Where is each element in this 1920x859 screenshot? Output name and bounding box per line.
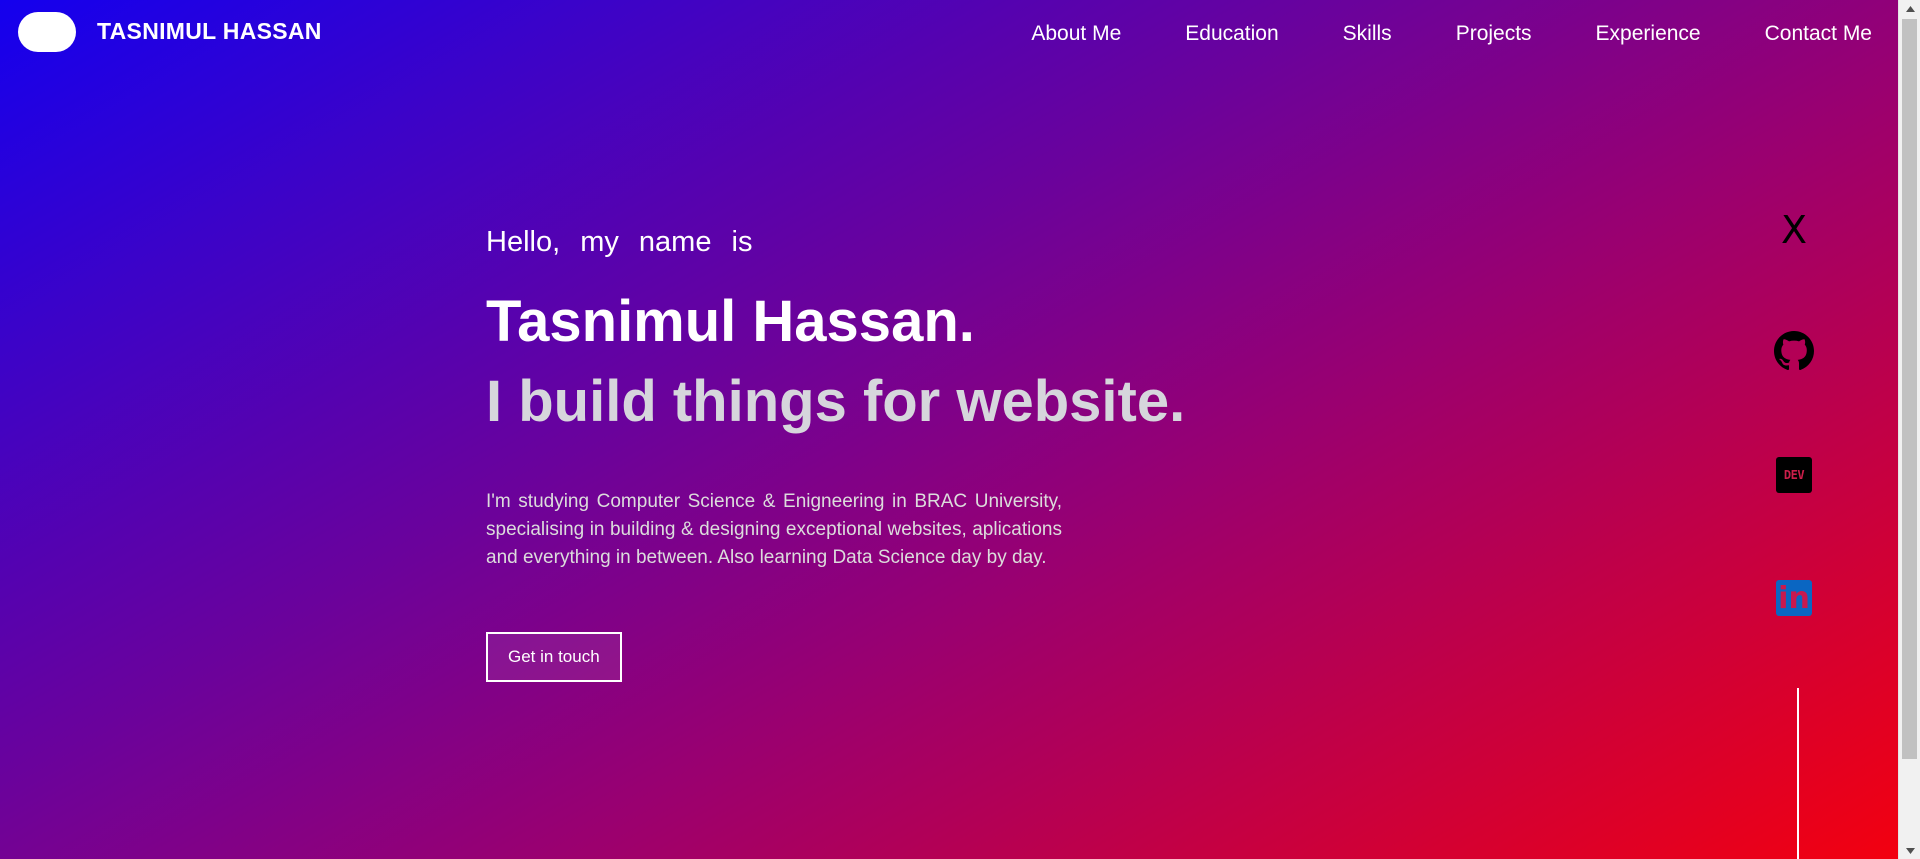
dev-link[interactable]: DEV <box>1772 453 1816 497</box>
x-link[interactable]: X <box>1772 208 1816 252</box>
dev-icon: DEV <box>1776 457 1812 493</box>
brand-name[interactable]: TASNIMUL HASSAN <box>97 18 322 45</box>
get-in-touch-button[interactable]: Get in touch <box>486 632 622 682</box>
hero-name: Tasnimul Hassan. <box>486 289 975 354</box>
main-nav: About Me Education Skills Projects Exper… <box>967 22 1872 46</box>
nav-item-education[interactable]: Education <box>1185 22 1278 46</box>
vertical-scrollbar[interactable] <box>1898 0 1920 859</box>
linkedin-icon-label: in <box>1778 581 1810 616</box>
linkedin-icon: in <box>1776 580 1812 616</box>
nav-item-experience[interactable]: Experience <box>1596 22 1701 46</box>
hero-section: TASNIMUL HASSAN About Me Education Skill… <box>0 0 1898 859</box>
greeting-text: Hello, my name is <box>486 226 753 258</box>
dev-icon-label: DEV <box>1783 468 1805 482</box>
scrollbar-thumb[interactable] <box>1902 19 1917 759</box>
nav-item-about-me[interactable]: About Me <box>1031 22 1121 46</box>
hero-bio: I'm studying Computer Science & Enigneer… <box>486 491 1062 568</box>
x-icon: X <box>1780 208 1808 252</box>
linkedin-link[interactable]: in <box>1772 576 1816 620</box>
nav-item-skills[interactable]: Skills <box>1343 22 1392 46</box>
social-divider-line <box>1797 688 1799 859</box>
scroll-down-icon[interactable] <box>1899 842 1920 859</box>
scroll-up-icon[interactable] <box>1899 0 1920 17</box>
nav-item-contact-me[interactable]: Contact Me <box>1765 22 1872 46</box>
github-icon <box>1774 330 1814 376</box>
logo[interactable] <box>18 12 76 52</box>
github-link[interactable] <box>1772 330 1816 376</box>
hero-tagline: I build things for website. <box>486 369 1186 434</box>
hero-content: Hello, my name is Tasnimul Hassan. I bui… <box>486 222 1246 682</box>
nav-item-projects[interactable]: Projects <box>1456 22 1532 46</box>
